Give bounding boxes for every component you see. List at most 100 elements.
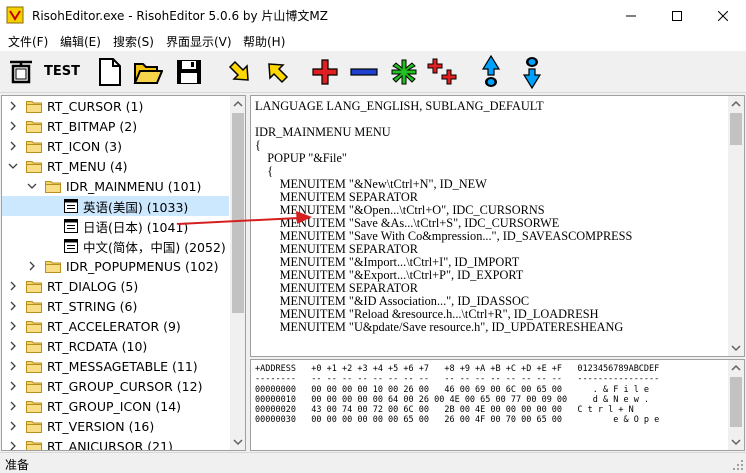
hex-header: +ADDRESS +0 +1 +2 +3 +4 +5 +6 +7 +8 +9 +… — [255, 364, 660, 374]
move-up-button[interactable] — [260, 54, 294, 90]
close-button[interactable] — [700, 0, 746, 31]
save-disk-icon — [177, 60, 201, 84]
resource-tree[interactable]: RT_CURSOR (1) RT_BITMAP (2) RT_ICON (3) RT_… — [1, 95, 246, 451]
scroll-up-icon[interactable] — [728, 360, 744, 376]
folder-icon — [26, 320, 42, 333]
tree-item[interactable]: RT_GROUP_CURSOR (12) — [8, 376, 202, 396]
tree-item[interactable]: RT_ACCELERATOR (9) — [8, 316, 181, 336]
title-bar: RisohEditor.exe - RisohEditor 5.0.6 by 片… — [0, 0, 746, 31]
chevron-right-icon[interactable] — [27, 261, 37, 271]
tree-item-label: RT_RCDATA (10) — [47, 338, 148, 354]
add-item-button[interactable] — [308, 54, 342, 90]
chevron-right-icon[interactable] — [8, 101, 18, 111]
tree-item[interactable]: RT_MESSAGETABLE (11) — [8, 356, 198, 376]
menu-view[interactable]: 界面显示(V) — [166, 33, 232, 50]
chevron-right-icon[interactable] — [8, 381, 18, 391]
hex-row: 00000000 00 00 00 00 10 00 26 00 46 00 6… — [255, 385, 650, 395]
insert-separator-button[interactable] — [387, 54, 421, 90]
tree-item[interactable]: 英语(美国) (1033) — [2, 196, 229, 216]
tree-item[interactable]: RT_CURSOR (1) — [8, 96, 143, 116]
menu-help[interactable]: 帮助(H) — [243, 33, 285, 50]
tree-item[interactable]: RT_VERSION (16) — [8, 416, 154, 436]
chevron-right-icon[interactable] — [8, 341, 18, 351]
scroll-down-icon[interactable] — [728, 434, 744, 450]
hex-row: -------- -- -- -- -- -- -- -- -- -- -- -… — [255, 374, 660, 384]
tree-item[interactable]: RT_BITMAP (2) — [8, 116, 137, 136]
hex-row: 00000010 00 00 00 00 00 64 00 26 00 4E 0… — [255, 395, 650, 405]
tree-item[interactable]: RT_DIALOG (5) — [8, 276, 138, 296]
maximize-icon — [672, 10, 682, 21]
chevron-right-icon[interactable] — [8, 121, 18, 131]
tree-item[interactable]: RT_STRING (6) — [8, 296, 137, 316]
save-button[interactable] — [172, 54, 206, 90]
scroll-down-icon[interactable] — [230, 434, 246, 450]
chevron-right-icon[interactable] — [8, 401, 18, 411]
tree-item[interactable]: 中文(简体，中国) (2052) — [64, 236, 226, 256]
folder-icon — [26, 440, 42, 450]
resize-grip-icon[interactable] — [732, 459, 744, 471]
move-up-item-button[interactable] — [474, 54, 508, 90]
open-button[interactable] — [131, 54, 165, 90]
folder-icon — [26, 420, 42, 433]
scroll-up-icon[interactable] — [728, 96, 744, 112]
move-down-button[interactable] — [223, 54, 257, 90]
tree-item-label: RT_BITMAP (2) — [47, 118, 138, 134]
delete-item-button[interactable] — [347, 54, 381, 90]
chevron-right-icon[interactable] — [8, 441, 18, 451]
guide-button[interactable] — [4, 54, 38, 90]
code-scroll-thumb[interactable] — [730, 113, 742, 145]
tree-item[interactable]: RT_MENU (4) — [8, 156, 128, 176]
move-down-item-button[interactable] — [515, 54, 549, 90]
folder-icon — [26, 360, 42, 373]
chevron-right-icon[interactable] — [8, 321, 18, 331]
tree-item[interactable]: 日语(日本) (1041) — [64, 216, 188, 236]
add-multiple-button[interactable] — [426, 54, 460, 90]
tree-item-label: 英语(美国) (1033) — [83, 199, 189, 215]
menu-edit[interactable]: 编辑(E) — [60, 33, 101, 50]
chevron-right-icon[interactable] — [8, 281, 18, 291]
minus-icon — [350, 68, 378, 76]
tree-scroll-thumb[interactable] — [232, 113, 244, 313]
code-scrollbar[interactable] — [728, 96, 744, 356]
close-icon — [718, 10, 728, 21]
tree-item[interactable]: RT_RCDATA (10) — [8, 336, 147, 356]
chevron-right-icon[interactable] — [8, 301, 18, 311]
tree-item[interactable]: RT_ICON (3) — [8, 136, 122, 156]
tree-item[interactable]: IDR_MAINMENU (101) — [27, 176, 201, 196]
open-folder-icon — [133, 63, 163, 84]
tree-item[interactable]: IDR_POPUPMENUS (102) — [27, 256, 219, 276]
folder-icon — [26, 300, 42, 313]
folder-icon — [45, 180, 61, 193]
code-editor[interactable]: LANGUAGE LANG_ENGLISH, SUBLANG_DEFAULT ID… — [250, 95, 745, 357]
tree-item-label: RT_MENU (4) — [47, 158, 128, 174]
tree-item-label: RT_GROUP_ICON (14) — [47, 398, 182, 414]
chevron-right-icon[interactable] — [8, 141, 18, 151]
maximize-button[interactable] — [654, 0, 700, 31]
chevron-right-icon[interactable] — [8, 361, 18, 371]
test-button[interactable]: TEST — [44, 64, 80, 79]
hex-scroll-thumb[interactable] — [730, 377, 742, 427]
binary-viewer[interactable]: +ADDRESS +0 +1 +2 +3 +4 +5 +6 +7 +8 +9 +… — [250, 359, 745, 451]
scroll-down-icon[interactable] — [728, 340, 744, 356]
minimize-icon — [626, 15, 636, 16]
folder-icon — [26, 400, 42, 413]
hex-scrollbar[interactable] — [728, 360, 744, 450]
scroll-up-icon[interactable] — [230, 96, 246, 112]
plus-plus-icon — [427, 58, 457, 85]
chevron-down-icon[interactable] — [27, 181, 37, 191]
chevron-down-icon[interactable] — [8, 161, 18, 171]
folder-icon — [26, 280, 42, 293]
hex-row: 00000030 00 00 00 00 00 00 65 00 26 00 4… — [255, 415, 660, 425]
chevron-right-icon[interactable] — [8, 421, 18, 431]
menu-file[interactable]: 文件(F) — [8, 33, 48, 50]
menu-search[interactable]: 搜索(S) — [113, 33, 154, 50]
menu-resource-icon — [64, 199, 78, 213]
tree-item[interactable]: RT_GROUP_ICON (14) — [8, 396, 181, 416]
minimize-button[interactable] — [608, 0, 654, 31]
tree-scrollbar[interactable] — [230, 96, 246, 450]
new-button[interactable] — [93, 54, 127, 90]
tree-item[interactable]: RT_ANICURSOR (21) — [8, 436, 173, 451]
status-text: 准备 — [5, 458, 30, 472]
new-file-icon — [99, 58, 121, 86]
code-line: IDR_MAINMENU MENU — [255, 125, 391, 139]
